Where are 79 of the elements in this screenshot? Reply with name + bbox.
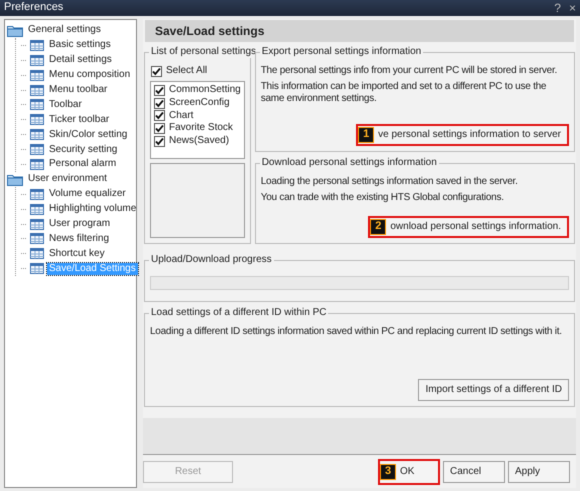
window-title: Preferences [4,1,64,15]
tree-connector-icon [21,268,27,270]
group-title: Upload/Download progress [149,254,274,266]
tree-item[interactable]: Volume equalizer [47,188,128,200]
grid-icon [30,218,44,230]
tree-item[interactable]: Detail settings [47,54,114,66]
callout-number: 1 [358,127,374,143]
grid-icon [30,188,44,200]
tree-connector-icon [21,74,27,76]
grid-icon [30,84,44,96]
checkbox[interactable] [154,110,165,122]
close-button[interactable]: × [568,0,576,16]
callout-number: 2 [370,219,386,235]
checkbox-label: News(Saved) [169,135,230,148]
tree-item[interactable]: Personal alarm [47,158,118,170]
group-title: Download personal settings information [260,157,439,169]
grid-icon [30,129,44,140]
group-title: Export personal settings information [260,46,424,58]
tree-connector-icon [21,60,27,61]
help-button[interactable]: ? [554,0,561,16]
grid-icon [30,99,44,110]
folder-icon [7,172,23,186]
checkbox[interactable] [154,136,165,147]
tree-connector-icon [21,134,27,136]
info-text: Loading the personal settings information saved in the server. [260,176,519,188]
grid-icon [30,248,44,260]
dialog-button[interactable]: Apply [508,461,570,483]
grid-icon [30,144,44,156]
grid-icon [30,54,44,66]
grid-icon [30,114,44,126]
action-button[interactable]: Import settings of a different ID [418,379,569,401]
tree-connector-icon [21,104,27,106]
grid-icon [30,70,44,81]
tree-connector-icon [21,253,27,254]
info-text: You can trade with the existing HTS Global configurations. [260,192,505,204]
tree-connector-icon [21,208,27,210]
tree-item[interactable]: Security setting [47,144,120,156]
checkbox[interactable] [154,84,165,96]
grid-icon [30,158,44,170]
tree-item[interactable]: General settings [26,24,103,36]
tree-item[interactable]: User environment [26,173,109,186]
tree-item[interactable]: Shortcut key [47,248,107,260]
grid-icon [30,233,44,244]
tree-connector-icon [21,119,27,120]
tree-connector-icon [21,224,27,225]
tree-connector-icon [21,44,27,46]
callout-number: 3 [380,464,396,480]
group-title: Load settings of a different ID within PC [149,307,328,319]
grid-icon [30,204,44,215]
info-text: Loading a different ID settings information saved within PC and replacing current ID settings with it. [150,326,563,338]
tree-item[interactable]: Toolbar [47,98,84,111]
checkbox-label: Select All [166,65,208,77]
tree-connector-icon [21,194,27,195]
dialog-button[interactable]: Cancel [443,461,505,483]
grid-icon [30,263,44,274]
checkbox-label: Chart [169,110,194,122]
checkbox[interactable] [154,122,165,134]
checkbox-label: Favorite Stock [169,122,233,134]
checkbox[interactable] [151,66,162,76]
tree-item[interactable]: Menu toolbar [47,84,110,96]
tree-item[interactable]: Highlighting volume [47,203,138,216]
tree-item[interactable]: User program [47,218,112,230]
grid-icon [30,40,44,51]
tree-item[interactable]: Menu composition [47,69,132,82]
panel-title: Save/Load settings [145,20,574,42]
checkbox-label: CommonSetting [169,84,241,96]
checkbox-label: ScreenConfig [169,97,230,110]
tree-item[interactable]: Skin/Color setting [47,128,130,141]
info-text: This information can be imported and set to a different PC to use the same environment settings. [260,81,548,105]
tree-item[interactable]: News filtering [47,232,112,245]
tree-connector-icon [21,149,27,150]
tree-item[interactable]: Basic settings [47,39,113,52]
tree-connector-icon [21,164,27,165]
group-title: List of personal settings [149,46,258,58]
tree-connector-icon [21,238,27,240]
tree-item[interactable]: Ticker toolbar [47,114,112,126]
checkbox[interactable] [154,98,165,109]
info-text: The personal settings info from your current PC will be stored in server. [260,65,558,77]
folder-icon [7,24,23,37]
